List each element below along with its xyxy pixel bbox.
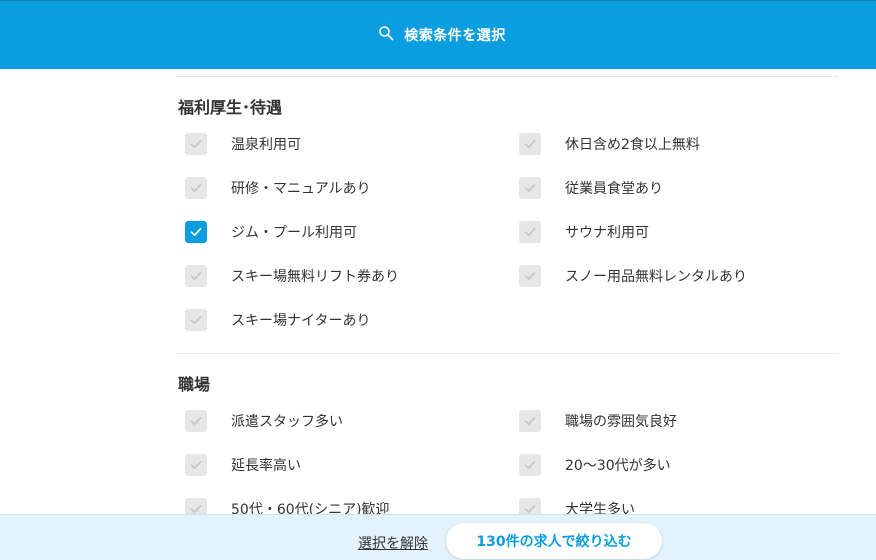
check-icon: [524, 504, 536, 513]
check-icon: [524, 271, 536, 280]
filter-option[interactable]: スキー場無料リフト券あり: [185, 265, 399, 287]
check-icon: [190, 460, 202, 469]
filter-option[interactable]: 職場の雰囲気良好: [519, 410, 677, 432]
apply-filter-button[interactable]: 130件の求人で絞り込む: [446, 523, 662, 559]
section-divider: [176, 353, 838, 354]
checkbox[interactable]: [519, 410, 541, 432]
filter-option[interactable]: 休日含め2食以上無料: [519, 133, 700, 155]
filter-option-label: スノー用品無料レンタルあり: [565, 269, 747, 285]
checkbox[interactable]: [185, 309, 207, 331]
filter-option-label: 職場の雰囲気良好: [565, 414, 677, 430]
check-icon: [190, 139, 202, 148]
check-icon: [524, 139, 536, 148]
filter-option[interactable]: ジム・プール利用可: [185, 221, 357, 243]
filter-option[interactable]: 延長率高い: [185, 454, 301, 476]
filter-option-label: 延長率高い: [231, 458, 301, 474]
checkbox[interactable]: [519, 454, 541, 476]
filter-option[interactable]: 研修・マニュアルあり: [185, 177, 371, 199]
header-bar: 検索条件を選択: [0, 0, 876, 69]
filter-option[interactable]: 50代・60代(シニア)歓迎: [185, 498, 390, 514]
filter-option[interactable]: サウナ利用可: [519, 221, 649, 243]
filter-list: 福利厚生･待遇 温泉利用可 休日含め2食以上無料研修・マニュアルあり 従業員食堂あり…: [0, 69, 876, 514]
filter-option-label: 派遣スタッフ多い: [231, 414, 343, 430]
checkbox[interactable]: [519, 177, 541, 199]
checkbox[interactable]: [519, 498, 541, 514]
search-icon: [378, 25, 394, 45]
filter-option-label: 休日含め2食以上無料: [565, 137, 700, 153]
checkbox[interactable]: [185, 410, 207, 432]
filter-option-label: 研修・マニュアルあり: [231, 181, 371, 197]
search-conditions-button[interactable]: 検索条件を選択: [370, 25, 506, 45]
section-divider: [176, 76, 838, 77]
filter-option-label: 従業員食堂あり: [565, 181, 663, 197]
filter-option-label: サウナ利用可: [565, 225, 649, 241]
checkbox-checked[interactable]: [185, 221, 207, 243]
filter-option[interactable]: スノー用品無料レンタルあり: [519, 265, 747, 287]
checkbox[interactable]: [185, 265, 207, 287]
check-icon: [524, 416, 536, 425]
checkbox[interactable]: [185, 177, 207, 199]
check-icon: [190, 416, 202, 425]
filter-option[interactable]: 大学生多い: [519, 498, 635, 514]
section-title-benefits: 福利厚生･待遇: [178, 98, 283, 117]
filter-option[interactable]: 従業員食堂あり: [519, 177, 663, 199]
checkbox[interactable]: [519, 265, 541, 287]
checkbox[interactable]: [519, 133, 541, 155]
check-icon: [524, 183, 536, 192]
filter-option-label: スキー場無料リフト券あり: [231, 269, 399, 285]
filter-option-label: スキー場ナイターあり: [231, 313, 371, 329]
filter-option[interactable]: 温泉利用可: [185, 133, 301, 155]
filter-option[interactable]: 派遣スタッフ多い: [185, 410, 343, 432]
filter-option[interactable]: 20〜30代が多い: [519, 454, 671, 476]
checkbox[interactable]: [185, 133, 207, 155]
footer-bar: 選択を解除 130件の求人で絞り込む: [0, 514, 876, 560]
checkbox[interactable]: [519, 221, 541, 243]
clear-selection-link[interactable]: 選択を解除: [358, 533, 428, 553]
check-icon: [524, 460, 536, 469]
check-icon: [190, 315, 202, 324]
filter-option-label: 大学生多い: [565, 502, 635, 514]
filter-option-label: ジム・プール利用可: [231, 225, 357, 241]
check-icon: [190, 271, 202, 280]
check-icon: [190, 183, 202, 192]
filter-option-label: 20〜30代が多い: [565, 458, 671, 474]
section-title-workplace: 職場: [178, 375, 211, 394]
check-icon: [524, 227, 536, 236]
checkbox[interactable]: [185, 498, 207, 514]
checkbox[interactable]: [185, 454, 207, 476]
header-title: 検索条件を選択: [404, 28, 506, 44]
check-icon: [190, 504, 202, 513]
filter-option[interactable]: スキー場ナイターあり: [185, 309, 370, 331]
filter-option-label: 温泉利用可: [231, 137, 301, 153]
check-icon: [190, 227, 202, 236]
filter-option-label: 50代・60代(シニア)歓迎: [231, 502, 390, 514]
